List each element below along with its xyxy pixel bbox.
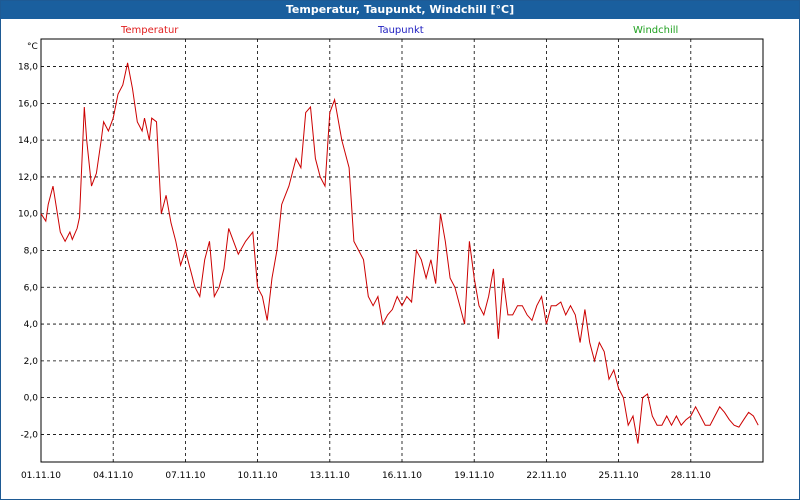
x-tick-labels: 01.11.10 04.11.10 07.11.10 10.11.10 13.11.10… — [21, 471, 711, 481]
y-tick-label: 8,0 — [24, 247, 39, 257]
y-tick-label: 6,0 — [24, 283, 39, 293]
y-tick-label: 4,0 — [24, 320, 39, 330]
y-tick-label: 14,0 — [18, 136, 38, 146]
x-tick-label: 22.11.10 — [526, 471, 566, 481]
x-tick-label: 16.11.10 — [382, 471, 422, 481]
x-tick-label: 19.11.10 — [454, 471, 494, 481]
x-tick-label: 10.11.10 — [238, 471, 278, 481]
chart-window: Temperatur, Taupunkt, Windchill [°C] Tem… — [0, 0, 800, 500]
x-tick-label: 01.11.10 — [21, 471, 61, 481]
y-tick-label: 12,0 — [18, 173, 38, 183]
y-tick-label: 2,0 — [24, 357, 39, 367]
y-axis-label: °C — [27, 42, 38, 52]
x-tick-label: 28.11.10 — [671, 471, 711, 481]
y-tick-labels: 18,0 16,0 14,0 12,0 10,0 8,0 6,0 4,0 2,0 0,0 -2,0 — [18, 63, 38, 441]
y-tick-label: 18,0 — [18, 63, 38, 73]
x-tick-label: 07.11.10 — [165, 471, 205, 481]
x-tick-label: 04.11.10 — [93, 471, 133, 481]
x-tick-label: 25.11.10 — [599, 471, 639, 481]
grid-lines — [41, 39, 763, 462]
y-tick-label: 0,0 — [24, 394, 39, 404]
y-tick-label: -2,0 — [20, 430, 38, 440]
y-tick-label: 16,0 — [18, 99, 38, 109]
y-tick-label: 10,0 — [18, 210, 38, 220]
series-line-temperatur — [40, 62, 759, 444]
x-tick-label: 13.11.10 — [310, 471, 350, 481]
line-chart: °C 18,0 16,0 14,0 12,0 10,0 8,0 6,0 4,0 2,0 0,0 -2… — [18, 38, 764, 481]
series-lines — [40, 62, 759, 444]
